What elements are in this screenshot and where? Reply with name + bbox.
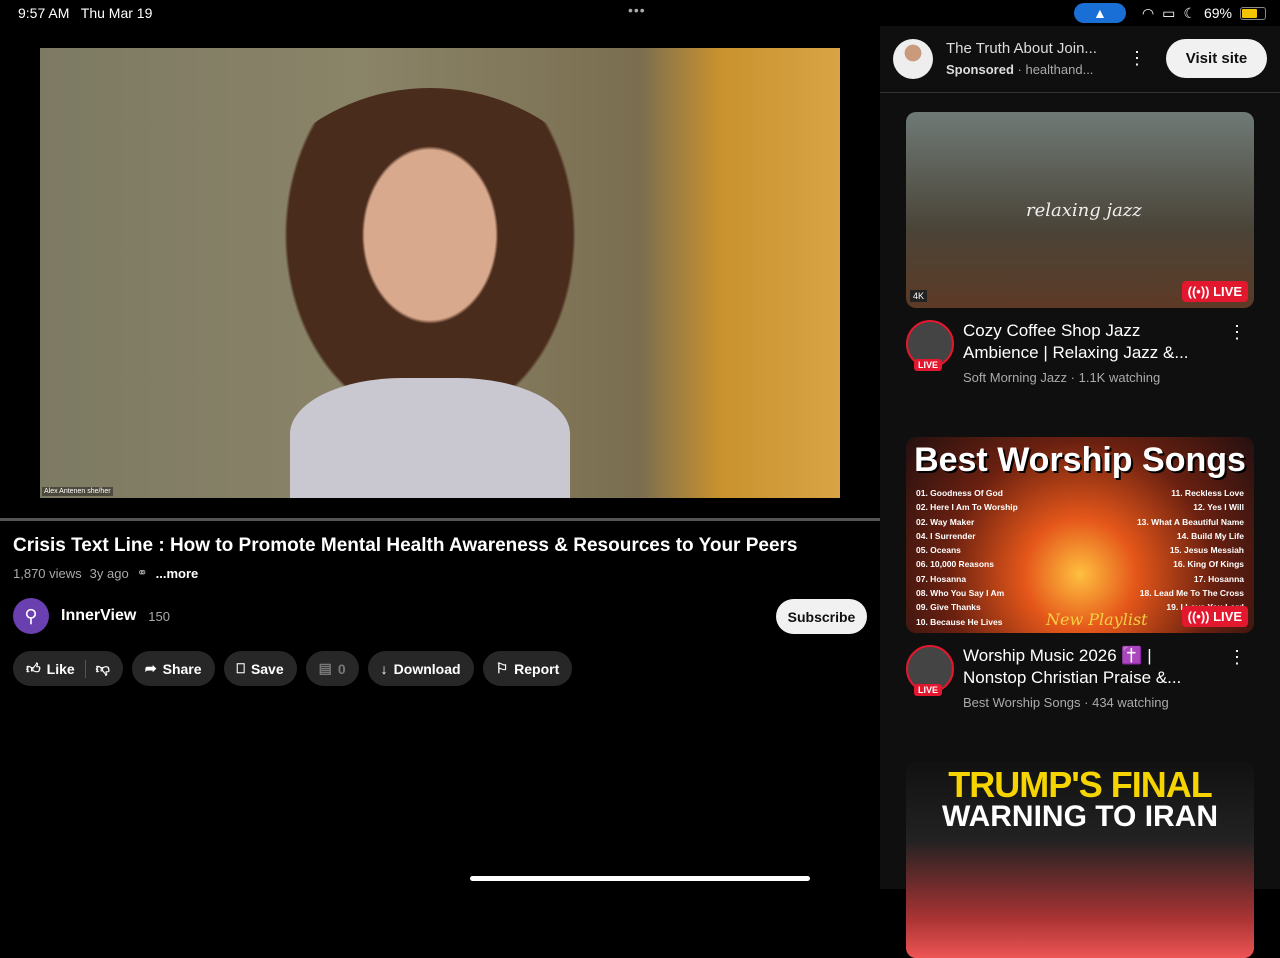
comments-button[interactable]: ▤ 0 bbox=[305, 651, 359, 686]
channel-avatar[interactable]: ⚲ bbox=[13, 598, 49, 634]
thumbnail-text: relaxing jazz bbox=[1026, 200, 1142, 221]
song-item: 04. I Surrender bbox=[916, 530, 976, 541]
share-button[interactable]: ➦ Share bbox=[131, 651, 215, 686]
sponsored-ad[interactable]: The Truth About Join... Sponsored · heal… bbox=[880, 26, 1280, 93]
song-item: 08. Who You Say I Am bbox=[916, 588, 1005, 599]
download-label: Download bbox=[393, 660, 461, 677]
song-item: 02. Here I Am To Worship bbox=[916, 502, 1018, 513]
song-item: 06. 10,000 Reasons bbox=[916, 559, 994, 570]
multitask-dots-icon[interactable]: ••• bbox=[628, 2, 646, 18]
song-item: 12. Yes I Will bbox=[1193, 502, 1244, 513]
recommendations-panel: The Truth About Join... Sponsored · heal… bbox=[880, 26, 1280, 958]
thumbnail-subtitle: WARNING TO IRAN bbox=[941, 800, 1219, 833]
action-bar: 👍︎ Like 👎︎ ➦ Share ⎕ Save ▤ 0 ↓ Download ⚐ Repo… bbox=[13, 651, 573, 686]
video-thumbnail[interactable]: relaxing jazz 4K ((•)) LIVE bbox=[906, 112, 1254, 308]
save-button[interactable]: ⎕ Save bbox=[223, 651, 297, 686]
song-item: 14. Build My Life bbox=[1176, 530, 1244, 541]
video-frame-shirt bbox=[290, 378, 570, 498]
4k-badge: 4K bbox=[910, 290, 928, 302]
live-badge: ((•)) LIVE bbox=[1181, 606, 1248, 627]
ad-meta: Sponsored · healthand... bbox=[946, 62, 1094, 77]
download-button[interactable]: ↓ Download bbox=[367, 651, 474, 686]
download-icon: ↓ bbox=[380, 660, 388, 677]
view-count: 1,870 views bbox=[13, 565, 82, 581]
thumbs-up-icon: 👍︎ bbox=[26, 660, 41, 676]
video-thumbnail[interactable]: Best Worship Songs 01. Goodness Of God 02… bbox=[906, 437, 1254, 633]
comment-icon: ▤ bbox=[318, 660, 332, 676]
video-progress-bar[interactable] bbox=[0, 518, 880, 521]
sponsored-label: Sponsored bbox=[946, 62, 1014, 77]
more-options-icon[interactable]: ⋮ bbox=[1228, 647, 1246, 668]
video-card[interactable]: Best Worship Songs 01. Goodness Of God 02… bbox=[906, 437, 1254, 723]
video-player[interactable]: Alex Antenen she/her bbox=[40, 48, 840, 498]
bookmark-icon: ⎕ bbox=[236, 660, 245, 676]
song-item: 11. Reckless Love bbox=[1171, 488, 1244, 498]
airplay-icon[interactable]: ▲ bbox=[1073, 3, 1126, 23]
subscribe-button[interactable]: Subscribe bbox=[776, 599, 867, 634]
thumbnail-title: Best Worship Songs bbox=[914, 441, 1246, 479]
song-item: 07. Hosanna bbox=[916, 573, 967, 584]
moon-icon: ☾ bbox=[1183, 4, 1196, 21]
ad-domain: healthand... bbox=[1025, 62, 1094, 77]
song-list-left: 01. Goodness Of God 02. Here I Am To Wors… bbox=[916, 486, 1018, 629]
video-card-title[interactable]: Cozy Coffee Shop Jazz Ambience | Relaxin… bbox=[963, 320, 1218, 364]
thumbs-down-icon[interactable]: 👎︎ bbox=[96, 660, 110, 677]
video-card-meta: Best Worship Songs · 434 watching bbox=[963, 695, 1169, 710]
share-label: Share bbox=[162, 660, 202, 677]
status-time: 9:57 AM Thu Mar 19 bbox=[18, 5, 153, 21]
screen-mirror-icon: ▭ bbox=[1162, 4, 1176, 21]
home-indicator[interactable] bbox=[470, 876, 810, 881]
video-meta[interactable]: 1,870 views 3y ago ⚭ ...more bbox=[13, 565, 198, 581]
subscriber-count: 150 bbox=[148, 608, 170, 624]
ad-avatar bbox=[893, 39, 933, 79]
report-button[interactable]: ⚐ Report bbox=[482, 651, 573, 686]
channel-avatar[interactable]: LIVE bbox=[906, 320, 954, 371]
video-card[interactable]: TRUMP'S FINAL WARNING TO IRAN bbox=[906, 762, 1254, 958]
song-item: 02. Way Maker bbox=[916, 516, 975, 527]
more-options-icon[interactable]: ⋮ bbox=[1228, 322, 1246, 343]
link-icon: ⚭ bbox=[136, 565, 148, 580]
channel-row[interactable]: ⚲ InnerView 150 bbox=[13, 598, 170, 634]
share-icon: ➦ bbox=[144, 660, 157, 676]
video-age: 3y ago bbox=[89, 565, 129, 581]
song-item: 16. King Of Kings bbox=[1173, 559, 1244, 570]
song-item: 13. What A Beautiful Name bbox=[1136, 516, 1244, 527]
thumbnail-subtitle: New Playlist bbox=[1046, 610, 1148, 629]
like-dislike-button[interactable]: 👍︎ Like 👎︎ bbox=[13, 651, 123, 686]
channel-name[interactable]: InnerView bbox=[61, 607, 136, 625]
video-thumbnail[interactable]: TRUMP'S FINAL WARNING TO IRAN bbox=[906, 762, 1254, 958]
song-item: 17. Hosanna bbox=[1193, 573, 1244, 584]
report-label: Report bbox=[514, 660, 560, 677]
song-item: 10. Because He Lives bbox=[916, 616, 1003, 627]
video-card[interactable]: relaxing jazz 4K ((•)) LIVE LIVE Cozy Co… bbox=[906, 112, 1254, 398]
song-item: 01. Goodness Of God bbox=[916, 488, 1003, 498]
video-title: Crisis Text Line : How to Promote Mental… bbox=[13, 535, 798, 556]
song-item: 09. Give Thanks bbox=[916, 602, 981, 613]
battery-icon bbox=[1240, 6, 1266, 20]
ad-title[interactable]: The Truth About Join... bbox=[946, 40, 1097, 57]
wifi-icon: ◠ bbox=[1141, 4, 1155, 21]
comment-count: 0 bbox=[337, 660, 346, 677]
more-link[interactable]: ...more bbox=[156, 566, 199, 581]
visit-site-button[interactable]: Visit site bbox=[1166, 39, 1267, 78]
battery-percent: 69% bbox=[1203, 5, 1232, 21]
status-bar: 9:57 AM Thu Mar 19 ••• ▲ ◠ ▭ ☾ 69% bbox=[0, 0, 1280, 26]
song-item: 18. Lead Me To The Cross bbox=[1139, 588, 1244, 599]
flag-icon: ⚐ bbox=[495, 660, 509, 676]
save-label: Save bbox=[250, 660, 284, 677]
more-options-icon[interactable]: ⋮ bbox=[1128, 48, 1146, 69]
channel-avatar[interactable]: LIVE bbox=[906, 645, 954, 696]
song-item: 05. Oceans bbox=[916, 545, 961, 556]
live-badge: ((•)) LIVE bbox=[1181, 281, 1248, 302]
participant-label: Alex Antenen she/her bbox=[42, 487, 113, 496]
video-card-title[interactable]: Worship Music 2026 ✝️ | Nonstop Christia… bbox=[963, 645, 1218, 689]
like-label: Like bbox=[46, 660, 75, 677]
song-item: 15. Jesus Messiah bbox=[1169, 545, 1244, 556]
video-card-meta: Soft Morning Jazz · 1.1K watching bbox=[963, 370, 1161, 385]
